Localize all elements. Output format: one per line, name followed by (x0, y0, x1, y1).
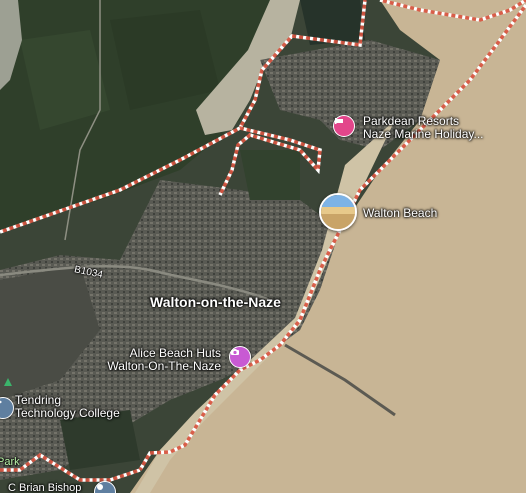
bed-icon (335, 118, 343, 124)
town-label[interactable]: Walton-on-the-Naze (150, 295, 281, 309)
place-icon (97, 484, 103, 490)
poi-label-alice-line2: Walton-On-The-Naze (107, 359, 221, 373)
walton-beach-photo-pin[interactable] (319, 193, 357, 231)
poi-label-tendring[interactable]: Tendring Technology College (15, 394, 120, 420)
attraction-pin[interactable] (229, 346, 251, 368)
lodging-pin[interactable] (333, 115, 355, 137)
school-icon (0, 400, 2, 404)
poi-label-alice-beach-huts[interactable]: Alice Beach Huts Walton-On-The-Naze (93, 347, 221, 373)
beach-photo-icon (321, 195, 355, 229)
poi-label-walton-beach[interactable]: Walton Beach (363, 207, 437, 220)
camera-icon (231, 349, 239, 355)
poi-label-parkdean-line2: Naze Marine Holiday... (363, 127, 484, 141)
poi-label-brian-bishop[interactable]: C Brian Bishop (8, 482, 81, 493)
map-view[interactable]: B1034 Walton-on-the-Naze Parkdean Resort… (0, 0, 526, 493)
poi-label-tendring-line2: Technology College (15, 406, 120, 420)
poi-label-parkdean[interactable]: Parkdean Resorts Naze Marine Holiday... (363, 115, 484, 141)
park-marker-icon (4, 378, 12, 386)
poi-label-park[interactable]: Park (0, 456, 20, 469)
